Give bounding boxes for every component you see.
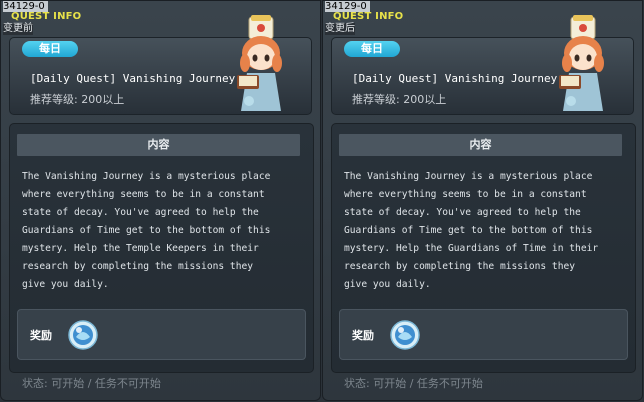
- reward-label: 奖励: [30, 329, 52, 342]
- variant-label: 变更前: [3, 23, 33, 35]
- quest-tooltip-before: 34129-0 QUEST INFO 变更前 每日 [Daily Quest] …: [0, 0, 321, 401]
- blue-orb-icon[interactable]: [67, 319, 99, 351]
- quest-description: The Vanishing Journey is a mysterious pl…: [22, 171, 271, 290]
- tooltip-title: QUEST INFO: [11, 11, 82, 22]
- quest-tooltip-after: 34129-0 QUEST INFO 变更后 每日 [Daily Quest] …: [322, 0, 643, 401]
- npc-portrait: [559, 15, 604, 111]
- content-section: 内容 The Vanishing Journey is a mysterious…: [9, 123, 314, 373]
- content-section: 内容 The Vanishing Journey is a mysterious…: [331, 123, 636, 373]
- recommended-level: 推荐等级: 200以上: [30, 93, 125, 106]
- daily-badge: 每日: [344, 41, 400, 57]
- quest-status: 状态: 可开始 / 任务不可开始: [22, 377, 161, 390]
- quest-description: The Vanishing Journey is a mysterious pl…: [344, 171, 599, 290]
- quest-title: [Daily Quest] Vanishing Journey..: [352, 72, 571, 85]
- tooltip-title: QUEST INFO: [333, 11, 404, 22]
- daily-badge: 每日: [22, 41, 78, 57]
- quest-status: 状态: 可开始 / 任务不可开始: [344, 377, 483, 390]
- content-header: 内容: [17, 134, 300, 156]
- recommended-level: 推荐等级: 200以上: [352, 93, 447, 106]
- variant-label: 变更后: [325, 23, 355, 35]
- reward-label: 奖励: [352, 329, 374, 342]
- blue-orb-icon[interactable]: [389, 319, 421, 351]
- content-header: 内容: [339, 134, 622, 156]
- quest-title: [Daily Quest] Vanishing Journey..: [30, 72, 249, 85]
- npc-portrait: [237, 15, 282, 111]
- reward-section: 奖励: [17, 309, 306, 360]
- reward-section: 奖励: [339, 309, 628, 360]
